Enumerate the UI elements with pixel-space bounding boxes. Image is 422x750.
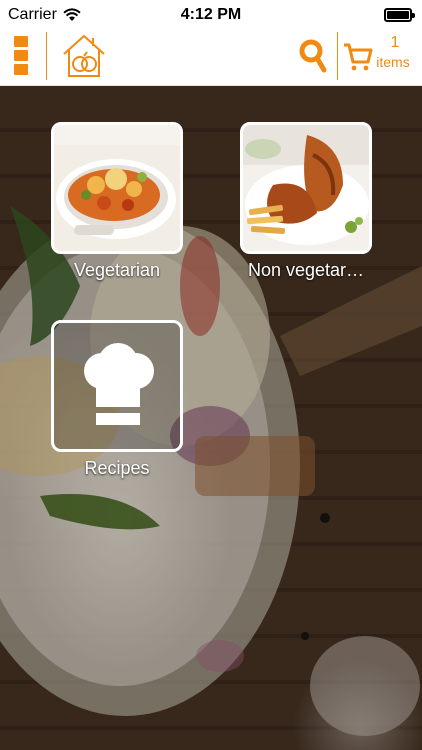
search-icon[interactable] xyxy=(298,38,328,74)
category-non-vegetarian[interactable]: Non vegetar… xyxy=(240,122,386,281)
cart-icon[interactable] xyxy=(343,42,373,72)
category-label[interactable]: Non vegetar… xyxy=(226,260,386,281)
battery-icon xyxy=(384,8,415,22)
vegetarian-dish-image[interactable] xyxy=(51,122,183,254)
category-recipes[interactable]: Recipes xyxy=(51,320,197,479)
category-vegetarian[interactable]: Vegetarian xyxy=(51,122,197,281)
cart-count[interactable]: 1 xyxy=(375,34,415,52)
menu-icon[interactable] xyxy=(14,36,32,76)
category-label[interactable]: Vegetarian xyxy=(37,260,197,281)
chef-hat-icon[interactable] xyxy=(51,320,183,452)
nav-bar: 1 items xyxy=(0,30,422,86)
non-vegetarian-dish-image[interactable] xyxy=(240,122,372,254)
nav-divider xyxy=(46,32,47,80)
home-icon[interactable] xyxy=(60,32,108,80)
cart-items-label[interactable]: items xyxy=(372,54,414,70)
nav-divider xyxy=(337,32,338,80)
status-bar: Carrier 4:12 PM xyxy=(0,0,422,30)
status-time: 4:12 PM xyxy=(180,6,242,23)
category-label[interactable]: Recipes xyxy=(37,458,197,479)
